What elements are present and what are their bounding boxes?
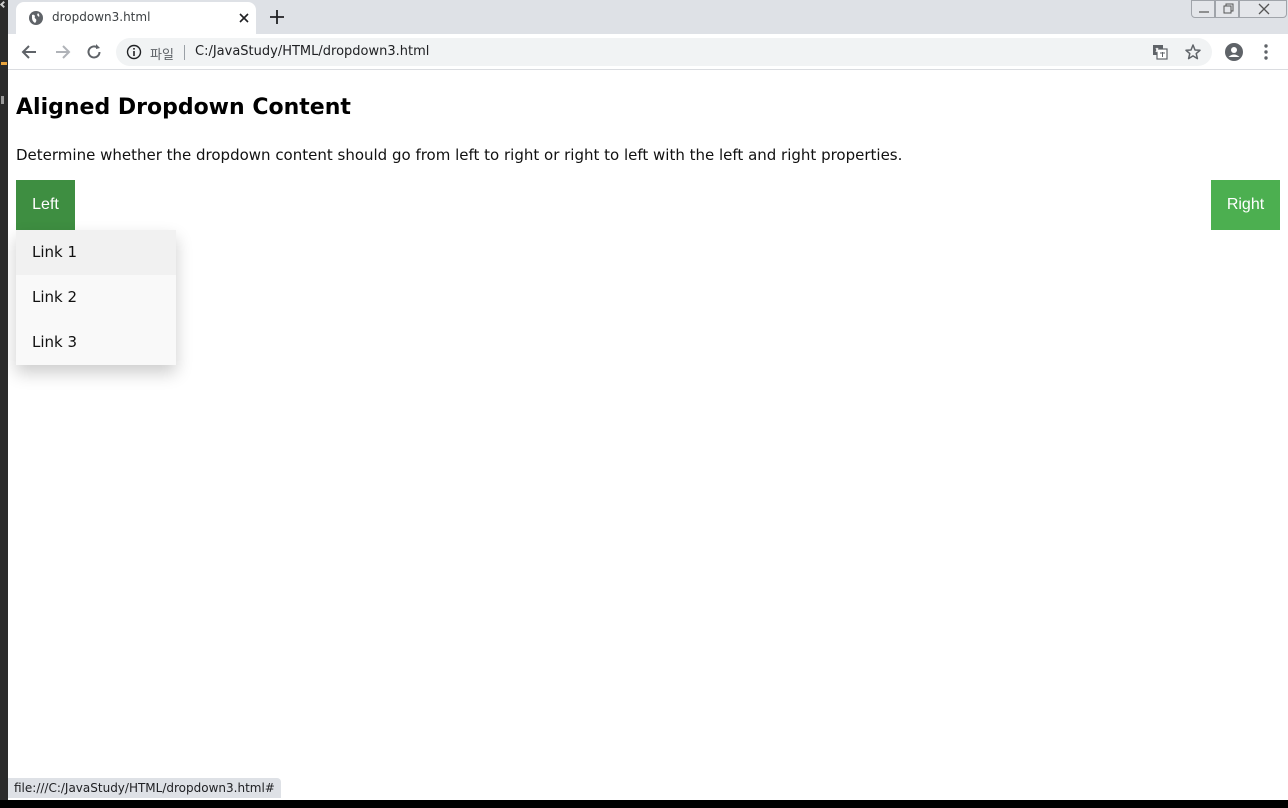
page-title: Aligned Dropdown Content — [16, 95, 351, 120]
address-bar[interactable]: 파일 C:/JavaStudy/HTML/dropdown3.html — [116, 38, 1212, 66]
globe-icon — [29, 11, 43, 25]
forward-icon[interactable] — [52, 42, 72, 62]
star-icon[interactable] — [1184, 43, 1202, 61]
left-dropdown-button[interactable]: Left — [16, 180, 75, 230]
reload-icon[interactable] — [84, 42, 104, 62]
url-text[interactable]: C:/JavaStudy/HTML/dropdown3.html — [195, 44, 429, 59]
left-dropdown-menu: Link 1 Link 2 Link 3 — [16, 230, 176, 365]
tab-strip: dropdown3.html — [8, 0, 1288, 34]
translate-icon[interactable] — [1152, 44, 1168, 60]
plus-icon[interactable] — [268, 8, 286, 26]
marker — [1, 96, 4, 104]
tab-dropdown3[interactable]: dropdown3.html — [16, 2, 256, 34]
account-icon[interactable] — [1224, 42, 1244, 62]
dropdown-link-1[interactable]: Link 1 — [16, 230, 176, 275]
dropdown-link-2[interactable]: Link 2 — [16, 275, 176, 320]
info-icon[interactable] — [126, 44, 142, 60]
menu-icon[interactable] — [1258, 42, 1274, 62]
right-dropdown-button[interactable]: Right — [1211, 180, 1280, 230]
page-content: Aligned Dropdown Content Determine wheth… — [8, 71, 1288, 800]
restore-icon — [1223, 3, 1234, 14]
tab-title: dropdown3.html — [52, 10, 151, 24]
divider — [184, 45, 185, 60]
browser-toolbar: 파일 C:/JavaStudy/HTML/dropdown3.html — [8, 34, 1288, 70]
background-window-edge — [0, 0, 8, 800]
status-bar: file:///C:/JavaStudy/HTML/dropdown3.html… — [8, 778, 281, 798]
close-window-icon — [1258, 3, 1270, 15]
scheme-label: 파일 — [150, 48, 174, 63]
back-icon[interactable] — [20, 42, 40, 62]
browser-window: dropdown3.html 파일 C:/JavaStudy/HTML/drop… — [8, 0, 1288, 800]
close-icon[interactable] — [236, 10, 252, 26]
dropdown-link-3[interactable]: Link 3 — [16, 320, 176, 365]
minimize-icon — [1199, 11, 1209, 13]
marker — [1, 62, 7, 65]
restore-button[interactable] — [1215, 0, 1239, 18]
page-description: Determine whether the dropdown content s… — [16, 146, 903, 164]
minimize-button[interactable] — [1191, 0, 1215, 18]
chevron-left-icon — [0, 0, 8, 9]
close-window-button[interactable] — [1239, 0, 1287, 18]
